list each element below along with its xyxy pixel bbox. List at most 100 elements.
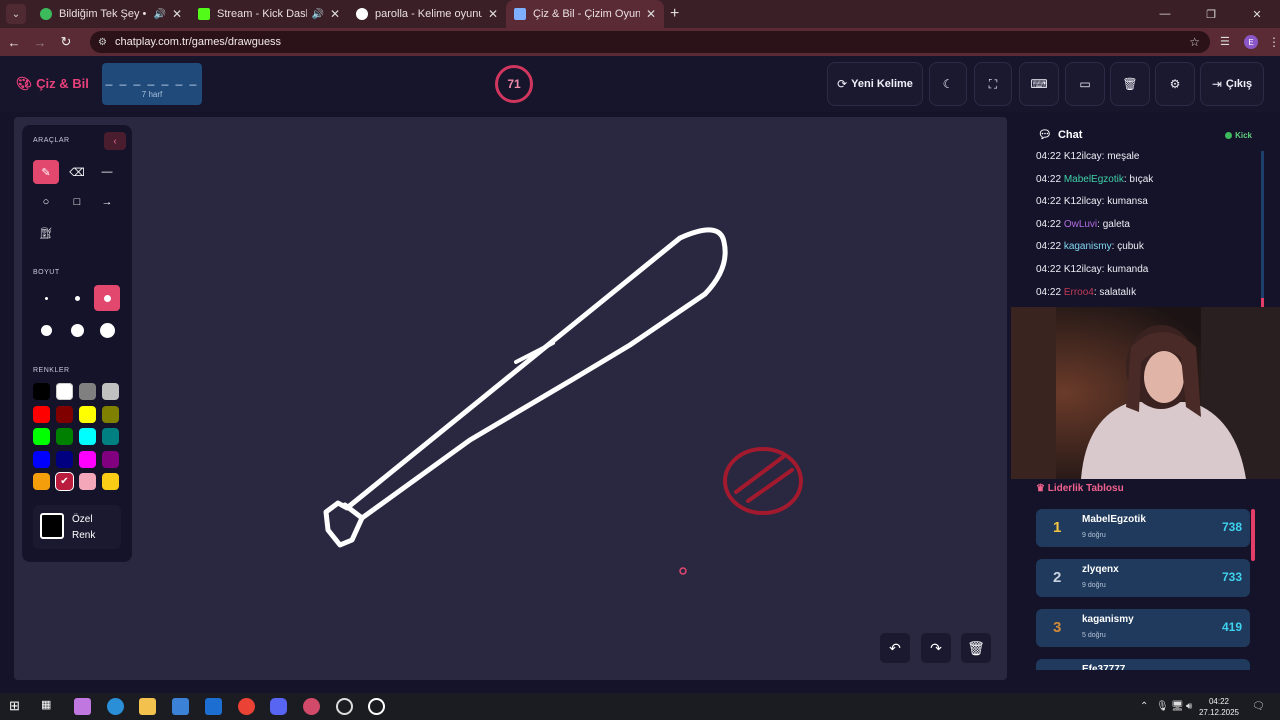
tool-panel: ARAÇLAR ‹ ✎ ⌫ — ○ □ → ⛽︎ BOYUT RENKLER ✔… — [22, 125, 132, 562]
size-option-5[interactable] — [64, 317, 90, 343]
copilot-icon[interactable] — [74, 698, 91, 715]
circle-icon: ○ — [42, 196, 50, 208]
size-option-2[interactable] — [64, 285, 90, 311]
square-icon: □ — [73, 196, 81, 208]
message-text: çubuk — [1117, 241, 1144, 253]
message-time: 04:22 — [1036, 241, 1062, 253]
correct-count: 5 doğru — [1082, 632, 1106, 639]
chat-message: 04:22 OwLuvi: galeta — [1036, 218, 1130, 230]
windows-start-icon[interactable]: ⊞ — [9, 698, 26, 715]
chrome-profile-icon[interactable] — [303, 698, 320, 715]
obs-icon[interactable] — [336, 698, 353, 715]
notification-icon[interactable]: 🗨︎ — [1252, 701, 1265, 712]
file-explorer-icon[interactable] — [139, 698, 156, 715]
message-time: 04:22 — [1036, 151, 1062, 162]
color-swatch[interactable] — [56, 383, 73, 400]
color-swatch[interactable] — [33, 473, 50, 491]
leaderboard-scrollbar[interactable] — [1251, 509, 1255, 561]
size-option-6[interactable] — [94, 317, 120, 343]
redo-button[interactable]: ↷ — [921, 633, 951, 663]
colors-section-title: RENKLER — [33, 367, 70, 374]
rectangle-tool[interactable]: □ — [64, 190, 90, 214]
drawn-stroke — [342, 502, 365, 521]
task-view-icon[interactable]: ▦ — [41, 698, 58, 715]
leaderboard-row: 2 zlyqenx 9 doğru 733 — [1036, 559, 1250, 597]
leaderboard-title: Liderlik Tablosu — [1047, 483, 1124, 494]
player-score: 733 — [1221, 570, 1242, 584]
arrow-tool[interactable]: → — [94, 190, 120, 214]
eraser-tool[interactable]: ⌫ — [64, 160, 90, 184]
color-swatch[interactable] — [33, 428, 50, 446]
color-swatch[interactable] — [79, 383, 96, 400]
message-user: Erroo4 — [1063, 286, 1094, 298]
color-swatch[interactable] — [56, 405, 73, 423]
color-swatch[interactable]: ✔ — [56, 473, 73, 491]
chat-messages[interactable]: 04:22 K12ilcay: meşale 04:22 MabelEgzotik… — [1036, 151, 1262, 307]
fill-tool[interactable]: ⛽︎ — [33, 221, 59, 245]
line-tool[interactable]: — — [94, 160, 120, 184]
mail-icon[interactable] — [205, 698, 222, 715]
rank-number: 2 — [1053, 569, 1062, 586]
clear-canvas-button[interactable]: 🗑︎ — [961, 633, 991, 663]
leaderboard-row: 1 MabelEgzotik 9 doğru 738 — [1036, 509, 1250, 547]
message-time: 04:22 — [1036, 173, 1062, 185]
color-swatch[interactable] — [33, 450, 50, 468]
color-swatch[interactable] — [33, 383, 50, 400]
store-icon[interactable] — [172, 698, 189, 715]
message-time: 04:22 — [1036, 196, 1062, 208]
color-swatch[interactable] — [79, 405, 96, 423]
size-option-4[interactable] — [33, 317, 59, 343]
player-score: 738 — [1221, 520, 1242, 534]
app-icon[interactable] — [368, 698, 385, 715]
color-swatch[interactable] — [56, 428, 73, 446]
rank-number: 3 — [1053, 619, 1062, 636]
correct-count: 9 doğru — [1082, 532, 1106, 539]
system-clock[interactable]: 04:22 27.12.2025 — [1198, 696, 1240, 718]
color-swatch[interactable] — [102, 450, 119, 468]
message-time: 04:22 — [1036, 286, 1062, 298]
discord-icon[interactable] — [270, 698, 287, 715]
color-swatch[interactable] — [33, 405, 50, 423]
edge-icon[interactable] — [107, 698, 124, 715]
drawn-stroke — [323, 227, 728, 548]
color-swatch[interactable] — [102, 473, 119, 491]
color-swatch[interactable] — [79, 428, 96, 446]
color-swatch[interactable] — [79, 450, 96, 468]
chat-bubbles-icon: 💬︎ — [1038, 129, 1052, 141]
line-icon: — — [101, 166, 113, 178]
custom-color-button[interactable]: Özel Renk — [33, 505, 121, 549]
brush-cursor — [679, 567, 687, 575]
eraser-icon: ⌫ — [69, 166, 85, 179]
chat-message: 04:22 K12ilcay: kumanda — [1036, 263, 1149, 275]
drawn-stroke — [723, 447, 803, 515]
leaderboard-row: Efe37777 — [1036, 659, 1250, 670]
chat-message: 04:22 K12ilcay: kumansa — [1036, 196, 1148, 208]
size-option-1[interactable] — [33, 285, 59, 311]
color-swatch[interactable] — [102, 428, 119, 446]
volume-icon[interactable]: 🔊︎ — [1186, 701, 1192, 712]
color-swatch[interactable] — [102, 383, 119, 400]
player-name: MabelEgzotik — [1082, 514, 1146, 525]
tray-chevron-icon[interactable]: ⌃ — [1140, 701, 1148, 712]
color-swatch[interactable] — [79, 473, 96, 491]
size-option-3[interactable] — [94, 285, 120, 311]
circle-tool[interactable]: ○ — [33, 190, 59, 214]
webcam-image — [1011, 307, 1280, 479]
message-time: 04:22 — [1036, 218, 1062, 230]
network-icon[interactable]: 🖥︎ — [1171, 701, 1184, 712]
webcam-overlay — [1011, 307, 1280, 479]
chat-message: 04:22 K12ilcay: meşale — [1036, 151, 1140, 162]
color-swatch[interactable] — [102, 405, 119, 423]
undo-button[interactable]: ↶ — [880, 633, 910, 663]
os-taskbar: ⊞ ▦ ⌃ 🎙︎ 🖥︎ 🔊︎ 04:22 27.12.2025 🗨︎ — [0, 693, 1280, 720]
chrome-icon[interactable] — [238, 698, 255, 715]
leaderboard-row: 3 kaganismy 5 doğru 419 — [1036, 609, 1250, 647]
player-name: zlyqenx — [1082, 564, 1119, 575]
color-swatch[interactable] — [56, 450, 73, 468]
brush-tool[interactable]: ✎ — [33, 160, 59, 184]
chat-scrollbar[interactable] — [1261, 151, 1264, 307]
message-text: kumansa — [1107, 196, 1148, 208]
collapse-panel-button[interactable]: ‹ — [104, 132, 126, 150]
microphone-icon[interactable]: 🎙︎ — [1156, 701, 1169, 712]
chat-message: 04:22 kaganismy: çubuk — [1036, 241, 1144, 253]
